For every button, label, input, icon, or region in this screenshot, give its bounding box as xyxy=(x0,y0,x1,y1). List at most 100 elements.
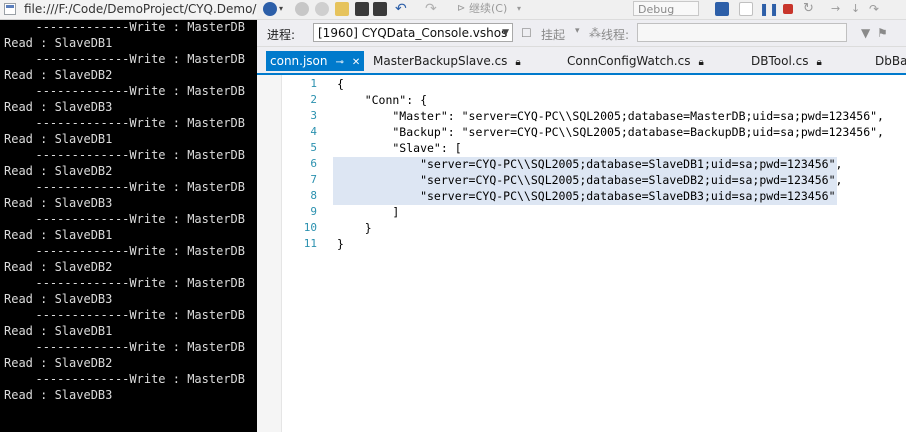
console-line: Read : SlaveDB2 xyxy=(4,164,113,178)
console-line: -------------Write : MasterDB xyxy=(35,244,245,258)
lock-icon: 🔒︎ xyxy=(515,57,521,68)
forward-icon[interactable] xyxy=(295,2,309,16)
flag-icon[interactable]: ⚑ xyxy=(877,26,888,40)
thread-label: 线程: xyxy=(601,28,630,42)
tab-dbtool-cs[interactable]: DBTool.cs 🔒︎ xyxy=(751,51,822,71)
console-line: Read : SlaveDB2 xyxy=(4,260,113,274)
code-line-selected[interactable]: "server=CYQ-PC\\SQL2005;database=SlaveDB… xyxy=(333,173,842,189)
new-project-icon[interactable] xyxy=(315,2,329,16)
stop-icon[interactable] xyxy=(783,4,793,14)
restart-icon[interactable]: ↻ xyxy=(803,2,814,16)
save-all-icon[interactable] xyxy=(373,2,387,16)
solution-config-select[interactable]: Debug xyxy=(633,1,699,16)
pin-icon[interactable]: ⊸ xyxy=(336,57,344,68)
undo-icon[interactable]: ↶ xyxy=(395,2,407,16)
code-line-selected[interactable]: "server=CYQ-PC\\SQL2005;database=SlaveDB… xyxy=(333,189,837,205)
debug-toolbar: ▾ ↶ ↷ ⊳ 继续(C) ▾ Debug ❚❚ ↻ → ↓ ↷ xyxy=(257,0,906,20)
tab-label: MasterBackupSlave.cs xyxy=(373,54,508,68)
console-line: -------------Write : MasterDB xyxy=(35,340,245,354)
line-number: 6 xyxy=(310,157,317,170)
process-value: [1960] CYQData_Console.vshos xyxy=(318,26,508,40)
line-numbers: 1 2 3 4 5 6 7 8 9 10 11 xyxy=(281,77,317,253)
console-app-icon xyxy=(4,3,16,15)
step-over-icon[interactable]: ↷ xyxy=(869,2,879,16)
tab-conn-json[interactable]: conn.json ⊸ ✕ xyxy=(266,51,365,71)
line-number: 5 xyxy=(310,141,317,154)
tab-connconfigwatch-cs[interactable]: ConnConfigWatch.cs 🔒︎ xyxy=(567,51,704,71)
stack-frame-icon[interactable]: ▼ xyxy=(861,26,870,40)
code-line[interactable]: "Backup": "server=CYQ-PC\\SQL2005;databa… xyxy=(337,125,906,141)
show-next-statement-icon[interactable]: → xyxy=(831,2,840,16)
close-icon[interactable]: ✕ xyxy=(352,57,360,68)
tab-label: conn.json xyxy=(270,54,328,68)
solution-config-value: Debug xyxy=(638,3,675,16)
code-text[interactable]: { "Conn": { "Master": "server=CYQ-PC\\SQ… xyxy=(333,77,906,253)
save-icon[interactable] xyxy=(355,2,369,16)
line-number: 4 xyxy=(310,125,317,138)
console-line: Read : SlaveDB3 xyxy=(4,388,113,402)
tab-dbbase[interactable]: DbBa xyxy=(875,51,906,71)
line-number: 9 xyxy=(310,205,317,218)
console-line: Read : SlaveDB1 xyxy=(4,324,113,338)
lock-icon: 🔒︎ xyxy=(698,57,704,68)
process-select[interactable]: [1960] CYQData_Console.vshos ▼ xyxy=(313,23,513,42)
console-titlebar[interactable]: file:///F:/Code/DemoProject/CYQ.Demo/ xyxy=(0,0,257,20)
attach-icon[interactable]: ⊳ xyxy=(457,2,465,16)
tab-masterbackupslave-cs[interactable]: MasterBackupSlave.cs 🔒︎ xyxy=(373,51,521,71)
line-number: 7 xyxy=(310,173,317,186)
suspend-button[interactable]: 挂起 xyxy=(541,26,565,43)
console-line: -------------Write : MasterDB xyxy=(35,276,245,290)
console-line: Read : SlaveDB2 xyxy=(4,68,113,82)
redo-icon[interactable]: ↷ xyxy=(425,2,437,16)
break-all-icon[interactable] xyxy=(739,2,753,16)
indicator-margin[interactable] xyxy=(257,75,282,432)
console-line: -------------Write : MasterDB xyxy=(35,148,245,162)
document-tabs: conn.json ⊸ ✕ MasterBackupSlave.cs 🔒︎ ConnC… xyxy=(257,47,906,75)
lifecycle-events-icon[interactable]: ☐ xyxy=(521,26,532,40)
tab-label: DbBa xyxy=(875,54,906,68)
pause-icon[interactable]: ❚❚ xyxy=(759,2,779,16)
tab-label: DBTool.cs xyxy=(751,54,809,68)
console-line: -------------Write : MasterDB xyxy=(35,372,245,386)
open-folder-icon[interactable] xyxy=(335,2,349,16)
code-line[interactable]: { xyxy=(337,77,906,93)
console-window: file:///F:/Code/DemoProject/CYQ.Demo/ --… xyxy=(0,0,257,432)
console-title: file:///F:/Code/DemoProject/CYQ.Demo/ xyxy=(24,2,257,16)
console-line: -------------Write : MasterDB xyxy=(35,20,245,34)
back-icon[interactable] xyxy=(263,2,277,16)
process-toolbar: 进程: [1960] CYQData_Console.vshos ▼ ☐ 挂起 … xyxy=(257,20,906,47)
console-line: -------------Write : MasterDB xyxy=(35,52,245,66)
console-line: Read : SlaveDB1 xyxy=(4,132,113,146)
step-into-icon[interactable]: ↓ xyxy=(851,2,860,16)
continue-dropdown-icon[interactable]: ▾ xyxy=(517,2,521,16)
back-dropdown-icon[interactable]: ▾ xyxy=(279,2,283,16)
console-line: Read : SlaveDB2 xyxy=(4,356,113,370)
console-line: -------------Write : MasterDB xyxy=(35,84,245,98)
console-line: -------------Write : MasterDB xyxy=(35,308,245,322)
code-editor[interactable]: 1 2 3 4 5 6 7 8 9 10 11 { "Conn": { "Mas… xyxy=(257,75,906,432)
code-line[interactable]: } xyxy=(337,237,906,253)
continue-button[interactable]: 继续(C) xyxy=(469,2,507,16)
code-line-selected[interactable]: "server=CYQ-PC\\SQL2005;database=SlaveDB… xyxy=(333,157,842,173)
code-line[interactable]: "Master": "server=CYQ-PC\\SQL2005;databa… xyxy=(337,109,906,125)
visual-studio-window: ▾ ↶ ↷ ⊳ 继续(C) ▾ Debug ❚❚ ↻ → ↓ ↷ 进程: [19… xyxy=(257,0,906,432)
console-line: Read : SlaveDB3 xyxy=(4,292,113,306)
suspend-dropdown-icon[interactable]: ▾ xyxy=(575,26,580,36)
code-line[interactable]: "Conn": { xyxy=(337,93,906,109)
line-number: 8 xyxy=(310,189,317,202)
line-number: 3 xyxy=(310,109,317,122)
console-line: -------------Write : MasterDB xyxy=(35,212,245,226)
code-line[interactable]: ] xyxy=(337,205,906,221)
console-output: -------------Write : MasterDB Read : Sla… xyxy=(0,20,257,404)
thread-select[interactable] xyxy=(637,23,847,42)
console-line: Read : SlaveDB1 xyxy=(4,228,113,242)
chevron-down-icon: ▼ xyxy=(502,28,509,38)
solution-explorer-icon[interactable] xyxy=(715,2,729,16)
line-number: 10 xyxy=(303,221,317,234)
console-line: Read : SlaveDB1 xyxy=(4,36,113,50)
code-line[interactable]: } xyxy=(337,221,906,237)
lock-icon: 🔒︎ xyxy=(816,57,822,68)
code-line[interactable]: "Slave": [ xyxy=(337,141,906,157)
console-line: Read : SlaveDB3 xyxy=(4,196,113,210)
console-line: -------------Write : MasterDB xyxy=(35,180,245,194)
